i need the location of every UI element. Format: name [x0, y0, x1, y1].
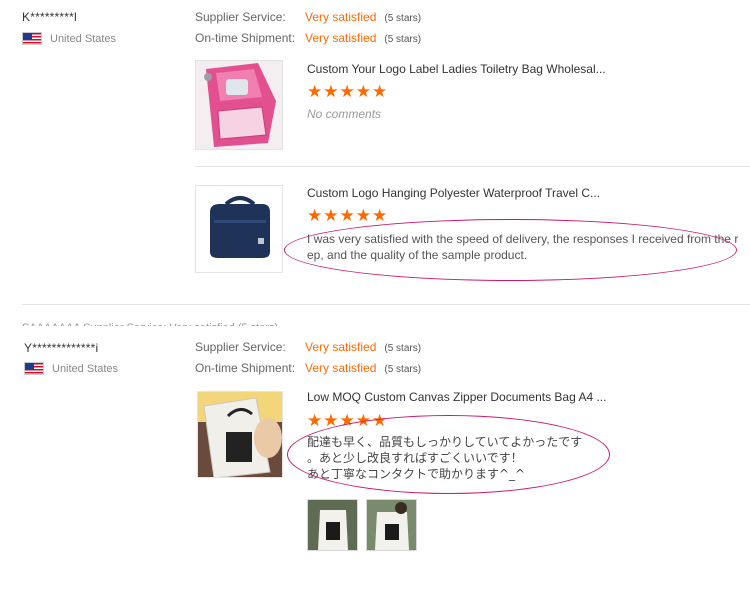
product-star-rating: ★ ★ ★ ★ ★ — [307, 207, 387, 224]
star-icon: ★ — [339, 82, 355, 101]
supplier-service-rating: Supplier Service: Very satisfied (5 star… — [195, 340, 421, 354]
rating-value: Very satisfied — [305, 10, 377, 24]
ontime-shipment-rating: On-time Shipment: Very satisfied (5 star… — [195, 361, 421, 375]
supplier-service-rating: Supplier Service: Very satisfied (5 star… — [195, 10, 421, 24]
star-icon: ★ — [339, 206, 355, 225]
rating-value: Very satisfied — [305, 361, 377, 375]
review-photo-thumbnail[interactable] — [307, 499, 358, 551]
product-divider — [195, 166, 750, 167]
rating-stars-count: (5 stars) — [384, 343, 422, 354]
us-flag-icon — [22, 32, 42, 45]
rating-value: Very satisfied — [305, 31, 377, 45]
rating-stars-count: (5 stars) — [384, 364, 422, 375]
rating-label: On-time Shipment: — [195, 361, 296, 375]
no-comments-text: No comments — [307, 107, 382, 121]
review-photo-thumbnail[interactable] — [366, 499, 417, 551]
product-title-link[interactable]: Custom Your Logo Label Ladies Toiletry B… — [307, 62, 606, 76]
rating-value: Very satisfied — [305, 340, 377, 354]
product-star-rating: ★ ★ ★ ★ ★ — [307, 83, 387, 100]
annotation-ellipse — [284, 219, 737, 281]
reviewer-country: United States — [22, 32, 116, 45]
star-icon: ★ — [307, 82, 323, 101]
product-thumbnail[interactable] — [197, 391, 283, 478]
cut-off-row: SAAAAAAA Supplier Service: Very satisfie… — [22, 322, 442, 326]
country-label: United States — [52, 362, 119, 375]
star-icon: ★ — [307, 411, 323, 430]
product-thumbnail[interactable] — [195, 185, 283, 273]
ontime-shipment-rating: On-time Shipment: Very satisfied (5 star… — [195, 31, 421, 45]
rating-label: Supplier Service: — [195, 10, 286, 24]
star-icon: ★ — [323, 206, 339, 225]
us-flag-icon — [24, 362, 44, 375]
reviewer-name: Y*************i — [24, 341, 99, 355]
country-label: United States — [50, 32, 117, 45]
review-divider — [22, 304, 750, 305]
star-icon: ★ — [307, 206, 323, 225]
star-icon: ★ — [323, 82, 339, 101]
star-icon: ★ — [355, 82, 371, 101]
star-icon: ★ — [372, 82, 388, 101]
product-title-link[interactable]: Custom Logo Hanging Polyester Waterproof… — [307, 186, 600, 200]
rating-stars-count: (5 stars) — [384, 34, 422, 45]
star-icon: ★ — [355, 206, 371, 225]
reviewer-country: United States — [24, 362, 118, 375]
rating-label: On-time Shipment: — [195, 31, 296, 45]
product-title-link[interactable]: Low MOQ Custom Canvas Zipper Documents B… — [307, 390, 606, 404]
star-icon: ★ — [372, 206, 388, 225]
rating-label: Supplier Service: — [195, 340, 286, 354]
reviewer-name: K*********l — [22, 10, 77, 24]
product-thumbnail[interactable] — [195, 60, 283, 150]
annotation-ellipse — [287, 415, 610, 494]
rating-stars-count: (5 stars) — [384, 13, 422, 24]
